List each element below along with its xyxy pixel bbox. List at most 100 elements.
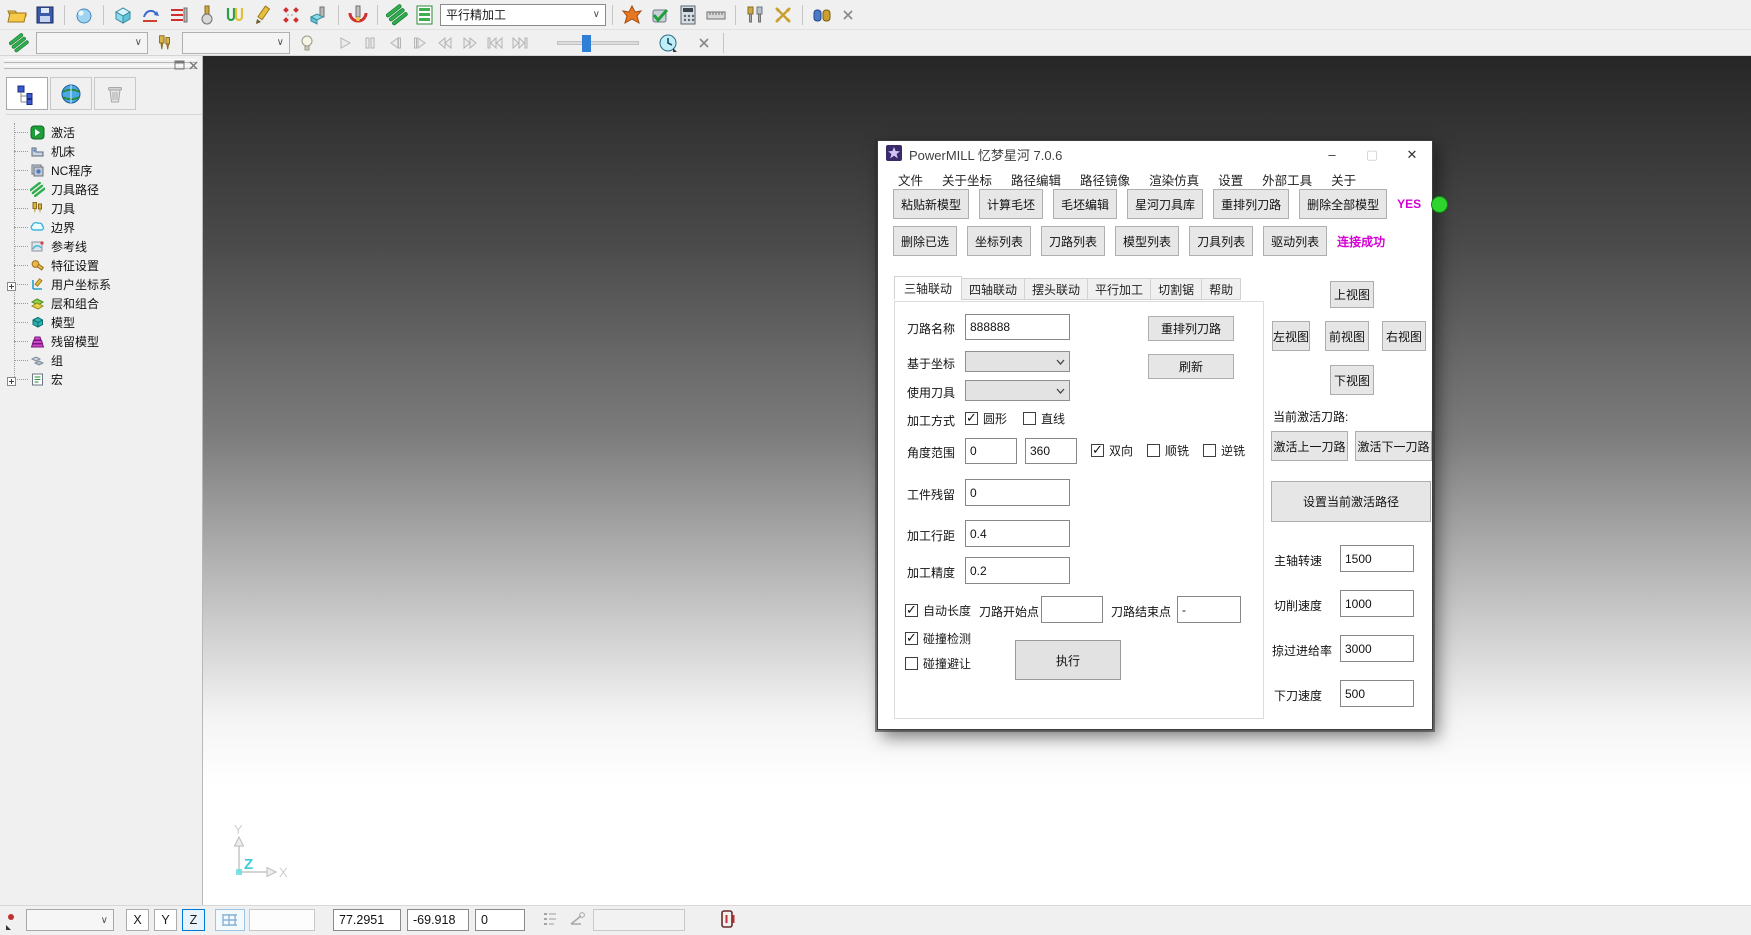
compare-icon[interactable] xyxy=(809,3,835,27)
calculator-icon[interactable] xyxy=(675,3,701,27)
checkbox-icon[interactable] xyxy=(1023,412,1036,425)
expand-icon[interactable] xyxy=(7,280,16,294)
ball-tool-icon[interactable] xyxy=(194,3,220,27)
minimize-button[interactable]: – xyxy=(1312,141,1352,168)
step-forward-button[interactable] xyxy=(409,32,431,54)
checkbox-checked-icon[interactable] xyxy=(1091,444,1104,457)
go-start-button[interactable] xyxy=(484,32,506,54)
points-icon[interactable] xyxy=(278,3,304,27)
checkbox-icon[interactable] xyxy=(905,657,918,670)
tree-item-models[interactable]: 模型 xyxy=(0,313,202,332)
menu-coords[interactable]: 关于坐标 xyxy=(942,170,992,189)
create-block-icon[interactable] xyxy=(110,3,136,27)
menu-render-sim[interactable]: 渲染仿真 xyxy=(1149,170,1199,189)
model-list-button[interactable]: 模型列表 xyxy=(1115,226,1179,256)
tool-select-dropdown[interactable]: ∨ xyxy=(182,32,290,54)
plunge-speed-input[interactable] xyxy=(1340,680,1414,707)
menu-settings[interactable]: 设置 xyxy=(1218,170,1243,189)
tree-item-levels-sets[interactable]: 层和组合 xyxy=(0,294,202,313)
close-toolbar-icon[interactable] xyxy=(837,4,859,26)
relative-axes-icon[interactable] xyxy=(567,910,587,931)
rearrange-button[interactable]: 重排列刀路 xyxy=(1148,316,1234,341)
step-back-button[interactable] xyxy=(384,32,406,54)
save-icon[interactable] xyxy=(32,3,58,27)
tree-item-groups[interactable]: 组 xyxy=(0,351,202,370)
tree-item-macros[interactable]: 宏 xyxy=(0,370,202,389)
tree-item-machine[interactable]: 机床 xyxy=(0,142,202,161)
open-file-icon[interactable] xyxy=(4,3,30,27)
close-sim-toolbar-icon[interactable] xyxy=(693,32,715,54)
slider-knob[interactable] xyxy=(582,35,591,52)
tab-explorer-web[interactable] xyxy=(50,77,92,110)
tool-library-button[interactable]: 星河刀具库 xyxy=(1127,189,1203,219)
view-front-button[interactable]: 前视图 xyxy=(1325,321,1369,351)
end-point-input[interactable] xyxy=(1177,596,1241,623)
view-left-button[interactable]: 左视图 xyxy=(1272,321,1310,351)
refresh-button[interactable]: 刷新 xyxy=(1148,354,1234,379)
ruler-icon[interactable] xyxy=(703,3,729,27)
set-active-path-button[interactable]: 设置当前激活路径 xyxy=(1271,481,1431,522)
go-end-button[interactable] xyxy=(509,32,531,54)
tab-explorer-trash[interactable] xyxy=(94,77,136,110)
close-button[interactable]: ✕ xyxy=(1392,141,1432,168)
collision-avoid-checkbox[interactable]: 碰撞避让 xyxy=(905,655,971,672)
activate-next-toolpath-button[interactable]: 激活下一刀路 xyxy=(1355,431,1432,461)
angle-from-input[interactable] xyxy=(965,438,1017,464)
tree-item-nc-programs[interactable]: NC程序 xyxy=(0,161,202,180)
conventional-checkbox[interactable]: 逆铣 xyxy=(1203,442,1245,459)
axis-x-button[interactable]: X xyxy=(126,909,149,931)
panel-close-icon[interactable] xyxy=(189,59,198,73)
play-button[interactable] xyxy=(334,32,356,54)
tree-item-feature-sets[interactable]: 特征设置 xyxy=(0,256,202,275)
panel-pause-icon[interactable] xyxy=(719,909,737,932)
tree-item-activate[interactable]: 激活 xyxy=(0,123,202,142)
marker-icon[interactable] xyxy=(2,908,26,932)
toolpath-list-button[interactable]: 刀路列表 xyxy=(1041,226,1105,256)
delete-all-models-button[interactable]: 删除全部模型 xyxy=(1299,189,1387,219)
boundary-icon[interactable] xyxy=(222,3,248,27)
dialog-titlebar[interactable]: PowerMILL 忆梦星河 7.0.6 – ▢ ✕ xyxy=(878,141,1432,168)
view-top-button[interactable]: 上视图 xyxy=(1330,281,1374,308)
execute-button[interactable]: 执行 xyxy=(1015,640,1121,680)
collision-check-checkbox[interactable]: 碰撞检测 xyxy=(905,630,971,647)
checkbox-icon[interactable] xyxy=(1147,444,1160,457)
rearrange-toolpaths-button[interactable]: 重排列刀路 xyxy=(1213,189,1289,219)
menu-path-edit[interactable]: 路径编辑 xyxy=(1011,170,1061,189)
menu-path-mirror[interactable]: 路径镜像 xyxy=(1080,170,1130,189)
tree-item-stock-models[interactable]: 残留模型 xyxy=(0,332,202,351)
fox-icon[interactable] xyxy=(619,3,645,27)
tab-saw[interactable]: 切割锯 xyxy=(1150,278,1202,300)
tree-item-boundaries[interactable]: 边界 xyxy=(0,218,202,237)
tab-swivel-head[interactable]: 摆头联动 xyxy=(1024,278,1088,300)
workplane-dropdown[interactable]: ∨ xyxy=(26,909,114,931)
verify-check-icon[interactable] xyxy=(647,3,673,27)
viewport-canvas[interactable]: Y X Z PowerMILL 忆梦星河 7.0.6 – ▢ ✕ 文件 关于坐标… xyxy=(203,56,1751,905)
collision-check-icon[interactable] xyxy=(345,3,371,27)
tree-item-patterns[interactable]: 参考线 xyxy=(0,237,202,256)
tree-item-tools[interactable]: 刀具 xyxy=(0,199,202,218)
edit-block-button[interactable]: 毛坯编辑 xyxy=(1053,189,1117,219)
tolerance-input[interactable] xyxy=(965,557,1070,584)
base-coord-dropdown[interactable] xyxy=(965,351,1070,372)
toolpath-strategy-icon[interactable] xyxy=(138,3,164,27)
rewind-button[interactable] xyxy=(434,32,456,54)
panel-float-icon[interactable] xyxy=(174,59,185,73)
drive-list-button[interactable]: 驱动列表 xyxy=(1263,226,1327,256)
checkbox-icon[interactable] xyxy=(1203,444,1216,457)
speed-slider[interactable] xyxy=(557,41,639,45)
climb-checkbox[interactable]: 顺铣 xyxy=(1147,442,1189,459)
paste-new-model-button[interactable]: 粘贴新模型 xyxy=(893,189,969,219)
auto-length-checkbox[interactable]: 自动长度 xyxy=(905,602,971,619)
spindle-speed-input[interactable] xyxy=(1340,545,1414,572)
tab-4axis[interactable]: 四轴联动 xyxy=(961,278,1025,300)
toolpath-select-dropdown[interactable]: ∨ xyxy=(36,32,148,54)
tool-list-button[interactable]: 刀具列表 xyxy=(1189,226,1253,256)
method-circle-checkbox[interactable]: 圆形 xyxy=(965,410,1007,427)
menu-external-tools[interactable]: 外部工具 xyxy=(1262,170,1312,189)
checkbox-checked-icon[interactable] xyxy=(965,412,978,425)
lightbulb-icon[interactable] xyxy=(294,31,320,55)
fast-forward-button[interactable] xyxy=(459,32,481,54)
stock-input[interactable] xyxy=(965,479,1070,506)
panel-grip[interactable] xyxy=(4,65,196,69)
grid-size-field[interactable] xyxy=(249,909,315,931)
